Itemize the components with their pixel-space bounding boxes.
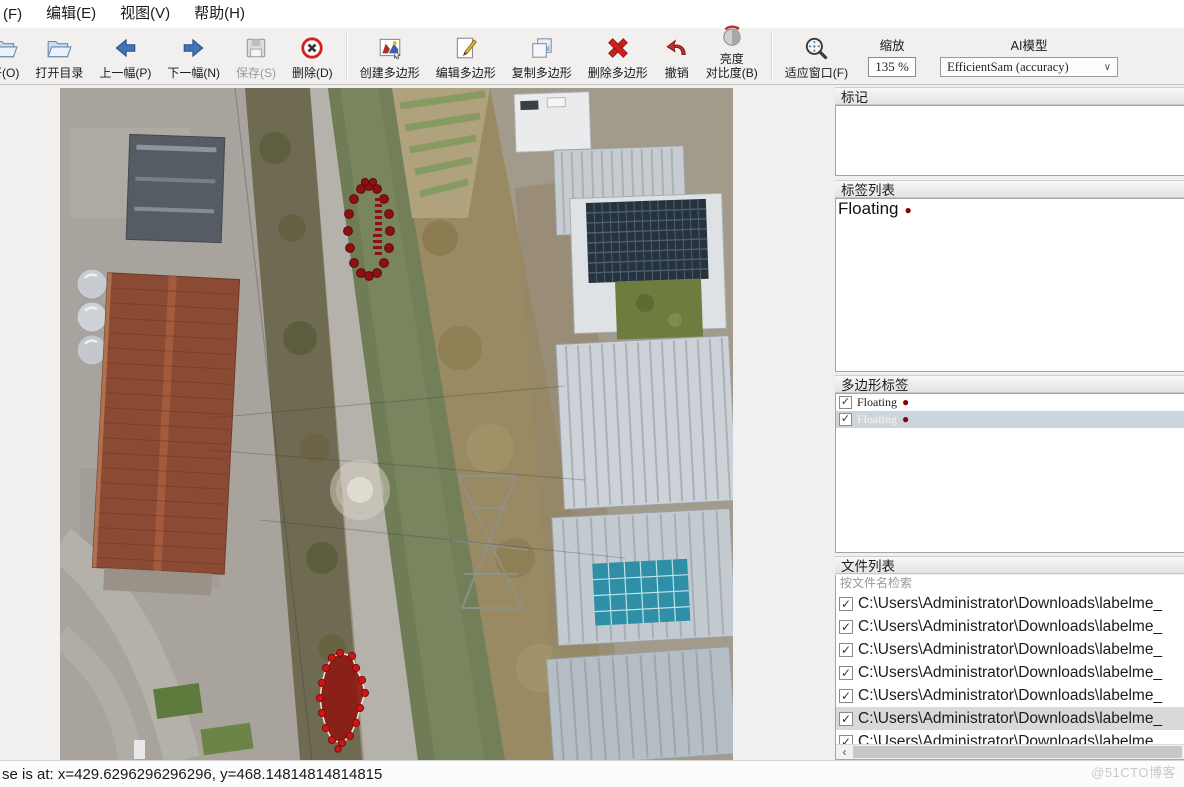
label-list-header[interactable]: 标签列表 xyxy=(835,180,1184,198)
menu-help[interactable]: 帮助(H) xyxy=(194,2,245,23)
flags-panel-header[interactable]: 标记 xyxy=(835,87,1184,105)
ai-model-select[interactable]: EfficientSam (accuracy) ∨ xyxy=(940,57,1118,77)
edit-polygon-button[interactable]: 编辑多边形 xyxy=(428,30,504,82)
rotor-blur xyxy=(330,460,390,520)
cursor-position-text: se is at: x=429.6296296296296, y=468.148… xyxy=(2,766,382,783)
delete-polygon-button[interactable]: 删除多边形 xyxy=(580,30,656,82)
file-checkbox[interactable]: ✓ xyxy=(839,597,853,611)
file-list-item[interactable]: ✓ C:\Users\Administrator\Downloads\label… xyxy=(836,638,1184,661)
file-path: C:\Users\Administrator\Downloads\labelme… xyxy=(858,710,1162,728)
menu-bar: (F) 编辑(E) 视图(V) 帮助(H) xyxy=(0,0,1184,28)
brightness-contrast-icon xyxy=(719,22,745,53)
polygon-label-item[interactable]: ✓ Floating ● xyxy=(836,411,1184,428)
open-file-button[interactable]: 开(O) xyxy=(0,30,27,82)
fit-window-icon xyxy=(803,35,829,66)
toolbar: 开(O) 打开目录 上一幅(P) 下一幅(N) 保存(S) 删除(D) xyxy=(0,28,1184,85)
delete-polygon-icon xyxy=(605,35,631,66)
prev-image-button[interactable]: 上一幅(P) xyxy=(91,30,159,82)
file-search-input[interactable] xyxy=(835,575,1184,593)
folder-open-icon xyxy=(0,35,18,66)
zoom-control: 缩放 xyxy=(856,35,928,77)
scroll-left-arrow-icon[interactable]: ‹ xyxy=(836,745,853,759)
file-list[interactable]: ✓ C:\Users\Administrator\Downloads\label… xyxy=(835,592,1184,760)
polygon-color-dot-icon: ● xyxy=(902,395,909,410)
save-icon xyxy=(243,35,269,66)
copy-polygon-icon xyxy=(529,35,555,66)
flags-list[interactable] xyxy=(835,105,1184,176)
file-checkbox[interactable]: ✓ xyxy=(839,712,853,726)
label-list-item[interactable]: Floating ● xyxy=(836,199,1184,218)
horizontal-scrollbar[interactable]: ‹ xyxy=(836,744,1184,759)
polygon-color-dot-icon: ● xyxy=(902,412,909,427)
save-button[interactable]: 保存(S) xyxy=(228,30,284,82)
file-path: C:\Users\Administrator\Downloads\labelme… xyxy=(858,664,1162,682)
arrow-left-icon xyxy=(112,35,138,66)
ai-model-label: AI模型 xyxy=(1011,35,1048,54)
zoom-input[interactable] xyxy=(868,57,916,77)
file-list-item[interactable]: ✓ C:\Users\Administrator\Downloads\label… xyxy=(836,707,1184,730)
ai-model-control: AI模型 EfficientSam (accuracy) ∨ xyxy=(928,35,1130,77)
undo-button[interactable]: 撤销 xyxy=(656,30,698,82)
file-list-item[interactable]: ✓ C:\Users\Administrator\Downloads\label… xyxy=(836,592,1184,615)
aerial-photo xyxy=(60,88,733,760)
fit-window-button[interactable]: 适应窗口(F) xyxy=(777,30,856,82)
file-list-item[interactable]: ✓ C:\Users\Administrator\Downloads\label… xyxy=(836,661,1184,684)
undo-icon xyxy=(664,35,690,66)
file-checkbox[interactable]: ✓ xyxy=(839,689,853,703)
polygon-labels-header[interactable]: 多边形标签 xyxy=(835,375,1184,393)
delete-image-button[interactable]: 删除(D) xyxy=(284,30,341,82)
scrollbar-thumb[interactable] xyxy=(853,746,1182,758)
delete-icon xyxy=(299,35,325,66)
toolbar-separator xyxy=(346,32,347,80)
brightness-contrast-button[interactable]: 亮度 对比度(B) xyxy=(698,30,766,82)
polygon-visibility-checkbox[interactable]: ✓ xyxy=(839,413,852,426)
file-path: C:\Users\Administrator\Downloads\labelme… xyxy=(858,618,1162,636)
menu-file[interactable]: (F) xyxy=(3,6,22,23)
file-list-item[interactable]: ✓ C:\Users\Administrator\Downloads\label… xyxy=(836,684,1184,707)
polygon-label-list[interactable]: ✓ Floating ● ✓ Floating ● xyxy=(835,393,1184,553)
toolbar-separator xyxy=(771,32,772,80)
watermark: @51CTO博客 xyxy=(1091,762,1176,781)
file-checkbox[interactable]: ✓ xyxy=(839,666,853,680)
menu-view[interactable]: 视图(V) xyxy=(120,2,170,23)
polygon-visibility-checkbox[interactable]: ✓ xyxy=(839,396,852,409)
side-panel: 标记 标签列表 Floating ● 多边形标签 ✓ Floating ● xyxy=(835,85,1184,760)
file-list-header[interactable]: 文件列表 xyxy=(835,556,1184,574)
arrow-right-icon xyxy=(181,35,207,66)
aerial-image-canvas[interactable] xyxy=(60,88,733,760)
file-list-item[interactable]: ✓ C:\Users\Administrator\Downloads\label… xyxy=(836,615,1184,638)
zoom-label: 缩放 xyxy=(880,35,905,54)
next-image-button[interactable]: 下一幅(N) xyxy=(159,30,228,82)
polygon-label-item[interactable]: ✓ Floating ● xyxy=(836,394,1184,411)
status-bar: se is at: x=429.6296296296296, y=468.148… xyxy=(0,760,1184,787)
label-list[interactable]: Floating ● xyxy=(835,198,1184,372)
ai-model-value: EfficientSam (accuracy) xyxy=(947,60,1069,75)
create-polygon-button[interactable]: 创建多边形 xyxy=(352,30,428,82)
file-checkbox[interactable]: ✓ xyxy=(839,643,853,657)
copy-polygon-button[interactable]: 复制多边形 xyxy=(504,30,580,82)
file-path: C:\Users\Administrator\Downloads\labelme… xyxy=(858,595,1162,613)
open-directory-button[interactable]: 打开目录 xyxy=(27,30,91,82)
file-path: C:\Users\Administrator\Downloads\labelme… xyxy=(858,687,1162,705)
main-area: 标记 标签列表 Floating ● 多边形标签 ✓ Floating ● xyxy=(0,85,1184,760)
file-path: C:\Users\Administrator\Downloads\labelme… xyxy=(858,641,1162,659)
label-color-dot-icon: ● xyxy=(904,203,911,217)
edit-polygon-icon xyxy=(453,35,479,66)
create-polygon-icon xyxy=(377,35,403,66)
chevron-down-icon: ∨ xyxy=(1104,62,1111,73)
menu-edit[interactable]: 编辑(E) xyxy=(46,2,96,23)
file-checkbox[interactable]: ✓ xyxy=(839,620,853,634)
folder-open-icon xyxy=(46,35,72,66)
